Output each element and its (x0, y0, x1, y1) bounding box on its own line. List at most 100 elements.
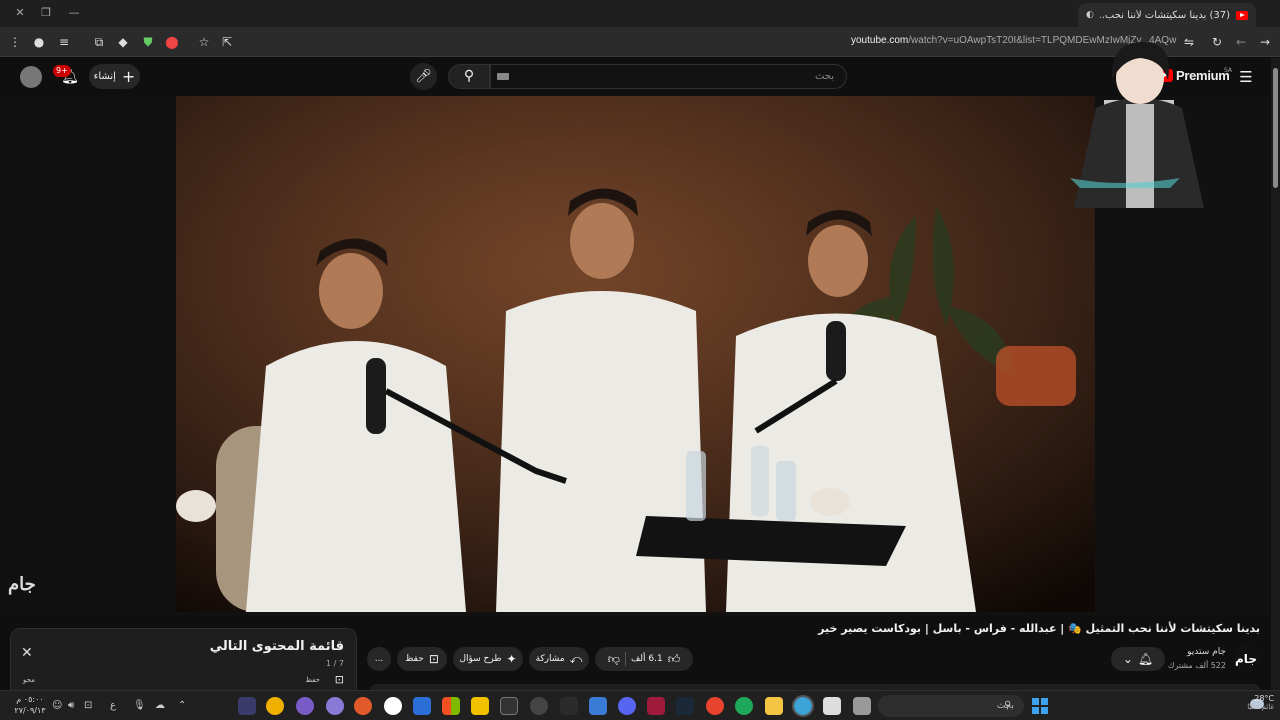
app-yellow-icon[interactable] (471, 697, 489, 715)
weather-condition: غائم غالبًا (1247, 703, 1274, 711)
ask-button[interactable]: ✦ طرح سؤال (453, 647, 523, 671)
share-icon: ⤺ (569, 651, 583, 666)
url-host: youtube.com (851, 35, 909, 46)
page-scrollbar[interactable] (1271, 58, 1280, 720)
reload-icon[interactable]: ↻ (1208, 33, 1226, 51)
browser-tabstrip: ✕ ❐ — + ✕ (37) بدينا سكيتشات لأننا نحب..… (0, 0, 1280, 27)
audio-playing-icon[interactable]: ◐ (1086, 10, 1094, 20)
app-file-explorer-icon[interactable] (765, 697, 783, 715)
playlist-save-label[interactable]: حفظ (305, 676, 320, 684)
dislike-icon[interactable]: 👎︎ (608, 652, 620, 667)
browser-tab-youtube[interactable]: (37) بدينا سكيتشات لأننا نحب... ◐ (1078, 3, 1256, 27)
keyboard-icon[interactable] (497, 73, 509, 80)
channel-watermark: جام (8, 574, 36, 595)
share-button[interactable]: ⤺ مشاركة (529, 647, 589, 671)
voice-search-mic-icon[interactable]: 🎤︎ (410, 63, 437, 90)
windows-start-icon[interactable] (1032, 698, 1048, 714)
back-icon[interactable]: → (1256, 33, 1274, 51)
app-chrome-canary-icon[interactable] (266, 697, 284, 715)
menu-dots-icon[interactable]: ⋮ (6, 33, 24, 51)
save-label: حفظ (405, 654, 424, 664)
minimize-window-icon[interactable]: — (64, 4, 84, 22)
playlist-save-icon[interactable]: ⊡ (335, 673, 344, 686)
bell-icon: 🔔︎ (1137, 652, 1154, 666)
profile-icon[interactable]: ● (30, 33, 48, 51)
plus-icon: + (121, 66, 136, 86)
tab-title: (37) بدينا سكيتشات لأننا نحب... (1099, 9, 1230, 21)
app-obs-icon[interactable] (296, 697, 314, 715)
like-count[interactable]: 6.1 ألف (631, 654, 663, 664)
scrollbar-thumb[interactable] (1273, 68, 1278, 188)
more-label: ... (374, 654, 384, 664)
show-hidden-icons-icon[interactable]: ⌃ (178, 700, 186, 711)
channel-avatar[interactable]: جام (1232, 645, 1260, 673)
cloud-app-icon[interactable]: ☁ (155, 700, 165, 711)
playlist-panel: قائمة المحتوى التالي 1 / 7 ✕ ⊡ حفظ محو (10, 628, 357, 690)
create-label: إنشاء (93, 71, 116, 82)
create-button[interactable]: إنشاء + (89, 64, 140, 89)
maximize-window-icon[interactable]: ❐ (36, 4, 56, 22)
clock-date: ٢٧/٠٩/١٣ (14, 706, 46, 715)
extension-diamond-icon[interactable]: ◆ (114, 33, 132, 51)
hamburger-menu-icon[interactable]: ☰ (1237, 68, 1255, 86)
save-button[interactable]: ⊡ حفظ (397, 647, 447, 671)
notification-badge: 9+ (53, 65, 71, 77)
playlist-clear-label[interactable]: محو (23, 676, 35, 684)
search-input[interactable]: بحث (490, 64, 847, 89)
like-icon[interactable]: 👍︎ (668, 652, 681, 667)
install-app-icon[interactable]: ⇱ (218, 33, 236, 51)
app-red-icon[interactable] (647, 697, 665, 715)
app-epic-games-icon[interactable] (500, 697, 518, 715)
video-title: بدينا سكيتشات لأننا نحب التمثيل 🎭 | عبدا… (818, 622, 1260, 635)
region-code: SA (1224, 67, 1233, 74)
app-steam-icon[interactable] (676, 697, 694, 715)
app-chrome-icon[interactable] (706, 697, 724, 715)
app-chrome-dev-icon[interactable] (354, 697, 372, 715)
app-white-icon[interactable] (384, 697, 402, 715)
app-dark-icon[interactable] (560, 697, 578, 715)
app-edge-icon[interactable] (735, 697, 753, 715)
taskbar-clock[interactable]: ٠٥:٠٠ م ٢٧/٠٩/١٣ (10, 694, 50, 716)
share-label: مشاركة (535, 654, 565, 664)
windows-taskbar: ٠٥:٠٠ م ٢٧/٠٩/١٣ ☺ 🔊︎ ⊡ ع 🎙︎ ☁ ⌃ بحث ⚲ 2… (0, 690, 1280, 720)
extensions-icon[interactable]: ⧉ (90, 33, 108, 51)
like-dislike-group: 👍︎ 6.1 ألف 👎︎ (595, 647, 693, 671)
account-avatar[interactable] (20, 66, 42, 88)
app-task-view-icon[interactable] (853, 697, 871, 715)
bookmark-icon: ⊡ (428, 652, 439, 666)
subscribed-notifications-button[interactable]: 🔔︎ ⌄ (1111, 647, 1165, 671)
speaker-icon[interactable]: 🔊︎ (68, 700, 74, 711)
weather-widget[interactable]: 28°C غائم غالبًا (1228, 694, 1274, 711)
app-circle-icon[interactable] (530, 697, 548, 715)
taskbar-search-icon: ⚲ (1004, 700, 1012, 711)
weather-temp: 28°C (1254, 694, 1274, 703)
network-icon[interactable]: ⊡ (84, 700, 92, 711)
taskbar-search[interactable]: بحث ⚲ (878, 695, 1024, 717)
language-indicator[interactable]: ع (110, 700, 116, 711)
app-microsoft-store-icon[interactable] (442, 697, 460, 715)
close-window-icon[interactable]: ✕ (10, 4, 30, 22)
sparkle-icon: ✦ (506, 652, 517, 666)
extension-shield-icon[interactable]: ⛊ (139, 33, 157, 51)
clock-time: ٠٥:٠٠ م (16, 695, 44, 704)
bookmark-star-icon[interactable]: ☆ (195, 33, 213, 51)
app-store-bag-icon[interactable] (823, 697, 841, 715)
app-settings-icon[interactable] (238, 697, 256, 715)
app-chrome-active-icon[interactable] (792, 695, 814, 717)
more-actions-button[interactable]: ... (367, 647, 391, 671)
forward-icon[interactable]: ← (1232, 33, 1250, 51)
chat-icon[interactable]: ☺ (52, 700, 62, 711)
video-player[interactable] (176, 96, 1095, 612)
close-icon[interactable]: ✕ (21, 645, 33, 661)
reading-list-icon[interactable]: ≡ (55, 33, 73, 51)
mic-tray-icon[interactable]: 🎙︎ (133, 700, 146, 711)
search-button[interactable]: ⚲ (448, 64, 490, 89)
search-icon: ⚲ (463, 68, 475, 84)
app-blue-icon[interactable] (413, 697, 431, 715)
app-discord-icon[interactable] (618, 697, 636, 715)
app-purple-icon[interactable] (326, 697, 344, 715)
app-mail-icon[interactable] (589, 697, 607, 715)
vtuber-avatar-overlay (1070, 42, 1204, 208)
playlist-position: 1 / 7 (326, 659, 344, 668)
extension-red-icon[interactable]: ⬤ (163, 33, 181, 51)
